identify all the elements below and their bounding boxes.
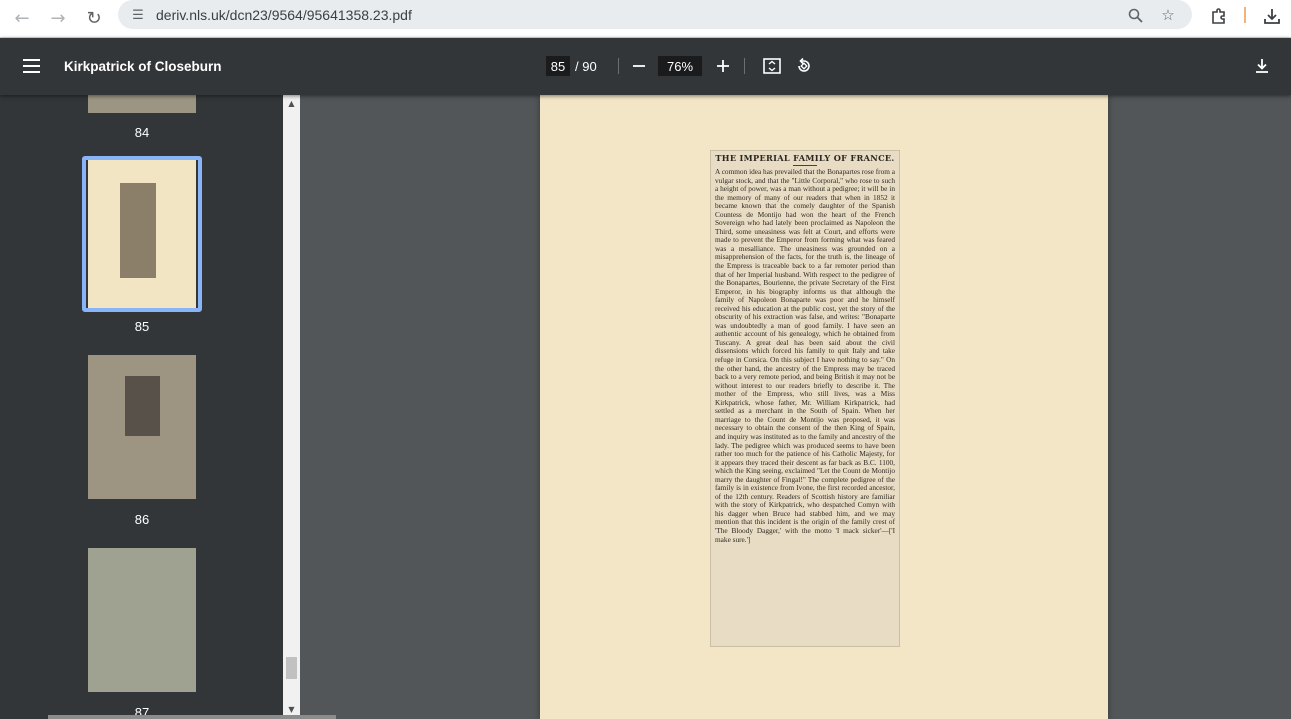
extensions-icon[interactable] xyxy=(1206,4,1232,28)
separator xyxy=(1244,7,1246,23)
url-text[interactable]: deriv.nls.uk/dcn23/9564/95641358.23.pdf xyxy=(156,7,412,23)
thumbnail-clipping xyxy=(125,376,160,436)
rotate-icon[interactable] xyxy=(792,54,816,78)
horizontal-scrollbar[interactable] xyxy=(48,715,336,719)
separator xyxy=(744,58,745,74)
thumbnail-label: 85 xyxy=(134,319,150,334)
back-icon[interactable]: ← xyxy=(8,4,36,32)
menu-icon[interactable] xyxy=(20,54,44,78)
bookmark-star-icon[interactable]: ☆ xyxy=(1157,4,1179,26)
thumbnail-label: 84 xyxy=(134,125,150,140)
zoom-in-icon[interactable] xyxy=(711,54,735,78)
forward-icon[interactable]: → xyxy=(44,4,72,32)
separator xyxy=(618,58,619,74)
zoom-icon[interactable] xyxy=(1124,4,1146,26)
scroll-down-icon[interactable]: ▼ xyxy=(283,702,300,716)
reload-icon[interactable]: ↻ xyxy=(80,4,108,32)
page-thumbnail-84[interactable] xyxy=(88,95,196,113)
page-thumbnail-87[interactable] xyxy=(88,548,196,692)
page-thumbnail-85[interactable] xyxy=(88,160,196,308)
download-icon[interactable] xyxy=(1259,4,1285,28)
page-thumbnail-86[interactable] xyxy=(88,355,196,499)
address-bar[interactable]: ☰ deriv.nls.uk/dcn23/9564/95641358.23.pd… xyxy=(118,0,1192,29)
zoom-out-icon[interactable] xyxy=(627,54,651,78)
site-info-icon[interactable]: ☰ xyxy=(128,5,148,25)
sidebar-scrollbar[interactable] xyxy=(283,95,300,719)
thumbnail-label: 86 xyxy=(134,512,150,527)
browser-toolbar: ← → ↻ ☰ deriv.nls.uk/dcn23/9564/95641358… xyxy=(0,0,1291,38)
scrollbar-thumb[interactable] xyxy=(286,657,297,679)
download-icon[interactable] xyxy=(1250,54,1274,78)
thumbnail-sidebar: 84 85 86 87 xyxy=(0,95,300,719)
scroll-up-icon[interactable]: ▲ xyxy=(283,96,300,110)
document-viewport[interactable]: THE IMPERIAL FAMILY OF FRANCE. A common … xyxy=(300,95,1291,719)
thumbnail-clipping xyxy=(120,183,156,278)
pdf-page: THE IMPERIAL FAMILY OF FRANCE. A common … xyxy=(540,95,1108,719)
clipping-body: A common idea has prevailed that the Bon… xyxy=(715,167,895,544)
title-rule xyxy=(793,165,817,166)
page-number-input[interactable]: 85 xyxy=(546,56,570,76)
newspaper-clipping: THE IMPERIAL FAMILY OF FRANCE. A common … xyxy=(710,150,900,647)
clipping-title: THE IMPERIAL FAMILY OF FRANCE. xyxy=(715,153,895,163)
pdf-toolbar: Kirkpatrick of Closeburn 85 / 90 76% xyxy=(0,38,1291,95)
zoom-level-input[interactable]: 76% xyxy=(658,56,702,76)
page-total: / 90 xyxy=(575,59,597,74)
document-title: Kirkpatrick of Closeburn xyxy=(64,59,222,74)
fit-page-icon[interactable] xyxy=(760,54,784,78)
